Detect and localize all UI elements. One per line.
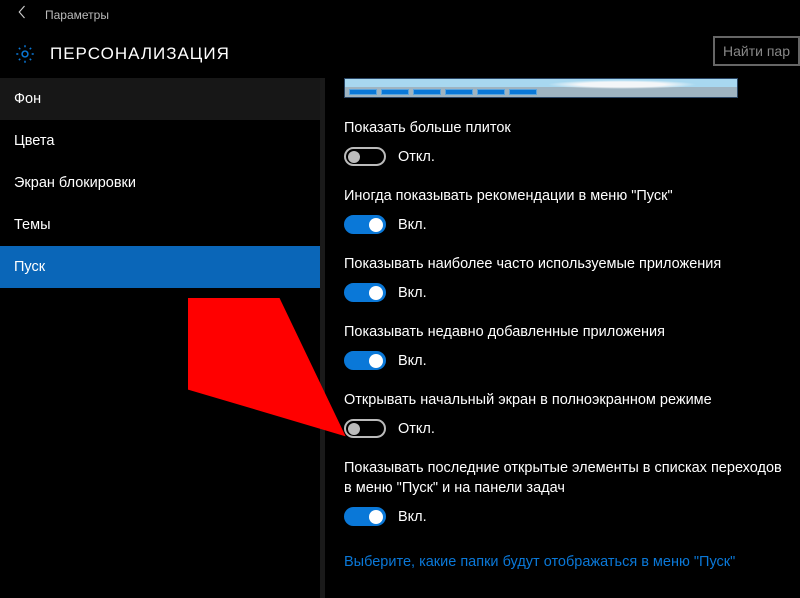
sidebar-item-3[interactable]: Темы (0, 204, 320, 246)
setting-label: Показывать наиболее часто используемые п… (344, 254, 792, 274)
sidebar-item-label: Пуск (14, 259, 45, 275)
toggle-state-label: Вкл. (398, 353, 427, 369)
titlebar: Параметры (0, 0, 800, 30)
toggle-switch[interactable] (344, 351, 386, 370)
toggle-switch[interactable] (344, 215, 386, 234)
setting-label: Показать больше плиток (344, 118, 792, 138)
folders-link[interactable]: Выберите, какие папки будут отображаться… (344, 554, 735, 570)
sidebar-item-label: Темы (14, 217, 51, 233)
sidebar-item-1[interactable]: Цвета (0, 120, 320, 162)
sidebar: Фон Цвета Экран блокировки Темы Пуск (0, 78, 320, 598)
toggle-switch[interactable] (344, 283, 386, 302)
sidebar-item-4[interactable]: Пуск (0, 246, 320, 288)
sidebar-item-label: Экран блокировки (14, 175, 136, 191)
toggle-switch[interactable] (344, 147, 386, 166)
toggle-row: Вкл. (344, 215, 792, 234)
content: Показать больше плиток Откл. Иногда показы… (320, 78, 800, 598)
setting-label: Показывать последние открытые элементы в… (344, 458, 792, 498)
setting-5: Показывать последние открытые элементы в… (344, 458, 792, 526)
setting-4: Открывать начальный экран в полноэкранно… (344, 390, 792, 438)
start-preview (344, 78, 792, 98)
settings-list: Показать больше плиток Откл. Иногда показы… (344, 118, 792, 526)
setting-label: Показывать недавно добавленные приложени… (344, 322, 792, 342)
window-title: Параметры (45, 8, 109, 22)
toggle-state-label: Вкл. (398, 285, 427, 301)
header: ПЕРСОНАЛИЗАЦИЯ Найти пар (0, 30, 800, 78)
toggle-row: Вкл. (344, 283, 792, 302)
toggle-row: Вкл. (344, 507, 792, 526)
search-input[interactable]: Найти пар (713, 36, 800, 66)
setting-1: Иногда показывать рекомендации в меню "П… (344, 186, 792, 234)
toggle-row: Откл. (344, 147, 792, 166)
setting-0: Показать больше плиток Откл. (344, 118, 792, 166)
sidebar-item-0[interactable]: Фон (0, 78, 320, 120)
setting-2: Показывать наиболее часто используемые п… (344, 254, 792, 302)
toggle-state-label: Откл. (398, 149, 435, 165)
sidebar-item-2[interactable]: Экран блокировки (0, 162, 320, 204)
category-title: ПЕРСОНАЛИЗАЦИЯ (50, 44, 230, 64)
setting-3: Показывать недавно добавленные приложени… (344, 322, 792, 370)
toggle-state-label: Откл. (398, 421, 435, 437)
settings-window: Параметры ПЕРСОНАЛИЗАЦИЯ Найти пар Фон Цв… (0, 0, 800, 598)
back-button[interactable] (14, 3, 34, 23)
sidebar-item-label: Фон (14, 91, 41, 107)
setting-label: Открывать начальный экран в полноэкранно… (344, 390, 792, 410)
toggle-switch[interactable] (344, 419, 386, 438)
sidebar-item-label: Цвета (14, 133, 54, 149)
toggle-state-label: Вкл. (398, 217, 427, 233)
toggle-row: Вкл. (344, 351, 792, 370)
search-placeholder: Найти пар (723, 43, 790, 59)
toggle-row: Откл. (344, 419, 792, 438)
toggle-switch[interactable] (344, 507, 386, 526)
toggle-state-label: Вкл. (398, 509, 427, 525)
gear-icon (14, 43, 36, 65)
setting-label: Иногда показывать рекомендации в меню "П… (344, 186, 792, 206)
